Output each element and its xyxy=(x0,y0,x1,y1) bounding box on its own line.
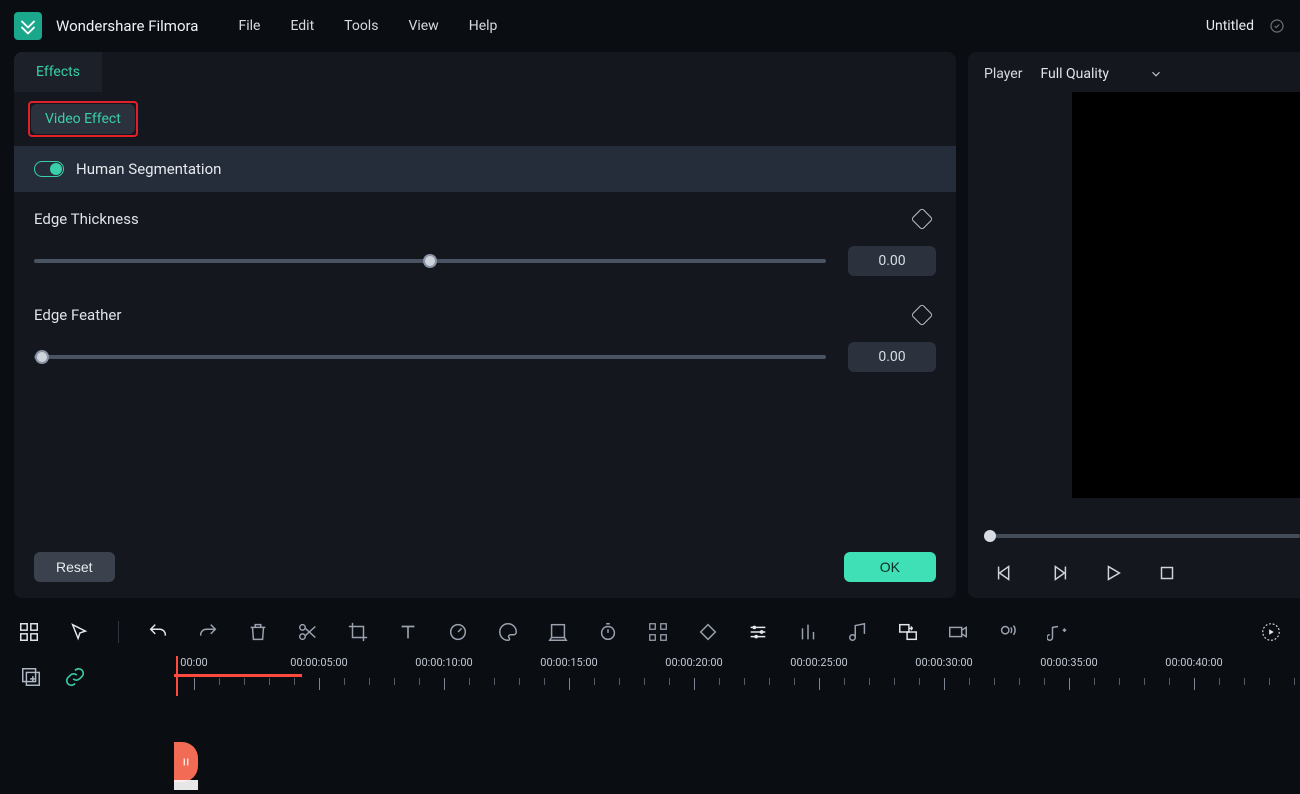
menu-edit[interactable]: Edit xyxy=(290,18,314,34)
chevron-down-icon xyxy=(1149,67,1163,81)
title-bar: Wondershare Filmora File Edit Tools View… xyxy=(0,0,1300,52)
ruler-label: 00:00:30:00 xyxy=(915,656,972,669)
speed-icon[interactable] xyxy=(447,621,469,643)
clip-handle-icon xyxy=(179,755,193,769)
document-title: Untitled xyxy=(1206,18,1254,34)
cursor-icon[interactable] xyxy=(68,621,90,643)
color-icon[interactable] xyxy=(497,621,519,643)
edge-thickness-thumb[interactable] xyxy=(423,254,437,268)
audio-mixer-icon[interactable] xyxy=(797,621,819,643)
edge-thickness-slider[interactable] xyxy=(34,259,826,263)
adjust-icon[interactable] xyxy=(747,621,769,643)
effects-panel: Effects Video Effect Human Segmentation … xyxy=(14,52,956,598)
ruler-label: 00:00:15:00 xyxy=(540,656,597,669)
play-button[interactable] xyxy=(1102,562,1124,584)
timeline-ruler[interactable]: 00:00 00:00:05:00 00:00:10:00 00:00:15:00 00… xyxy=(174,656,1300,794)
edge-thickness-label: Edge Thickness xyxy=(34,210,139,228)
human-segmentation-row: Human Segmentation xyxy=(14,146,956,192)
ruler-label: 00:00 xyxy=(180,656,207,669)
crop-icon[interactable] xyxy=(347,621,369,643)
play-range-indicator xyxy=(174,674,302,677)
link-icon[interactable] xyxy=(64,666,86,688)
ruler-label: 00:00:05:00 xyxy=(290,656,347,669)
music-icon[interactable] xyxy=(847,621,869,643)
playhead[interactable] xyxy=(176,656,178,696)
edge-feather-slider[interactable] xyxy=(34,355,826,359)
keyframe-icon[interactable] xyxy=(697,621,719,643)
app-logo xyxy=(14,12,42,40)
quality-dropdown[interactable]: Full Quality xyxy=(1040,66,1163,82)
ruler-label: 00:00:40:00 xyxy=(1165,656,1222,669)
player-label: Player xyxy=(984,66,1022,82)
add-track-icon[interactable] xyxy=(20,666,42,688)
prev-frame-button[interactable] xyxy=(994,562,1016,584)
ok-button[interactable]: OK xyxy=(844,552,936,582)
menu-tools[interactable]: Tools xyxy=(344,18,378,34)
human-segmentation-toggle[interactable] xyxy=(34,161,64,177)
scrubber-thumb[interactable] xyxy=(984,530,996,542)
ruler-label: 00:00:10:00 xyxy=(415,656,472,669)
edge-feather-keyframe-icon[interactable] xyxy=(911,304,934,327)
preview-canvas xyxy=(1072,92,1300,498)
swap-icon[interactable] xyxy=(897,621,919,643)
snapshot-icon[interactable] xyxy=(647,621,669,643)
record-icon[interactable] xyxy=(947,621,969,643)
greenscreen-icon[interactable] xyxy=(547,621,569,643)
quality-value: Full Quality xyxy=(1040,66,1109,82)
preview-scrubber[interactable] xyxy=(984,534,1300,538)
timeline-toolbar xyxy=(0,608,1300,656)
render-icon[interactable] xyxy=(1260,621,1282,643)
timer-icon[interactable] xyxy=(597,621,619,643)
player-panel: Player Full Quality xyxy=(968,52,1300,598)
sync-icon[interactable] xyxy=(1268,17,1286,35)
edge-thickness-value[interactable]: 0.00 xyxy=(848,246,936,276)
timeline: 00:00 00:00:05:00 00:00:10:00 00:00:15:00 00… xyxy=(0,656,1300,794)
edge-thickness-keyframe-icon[interactable] xyxy=(911,208,934,231)
panel-tab-row: Effects xyxy=(14,52,956,92)
timeline-clip[interactable] xyxy=(174,742,198,782)
edge-feather-thumb[interactable] xyxy=(35,350,49,364)
edge-feather-value[interactable]: 0.00 xyxy=(848,342,936,372)
audio-sync-icon[interactable] xyxy=(1047,621,1069,643)
tab-effects[interactable]: Effects xyxy=(14,52,102,92)
menu-view[interactable]: View xyxy=(408,18,438,34)
undo-icon[interactable] xyxy=(147,621,169,643)
human-segmentation-label: Human Segmentation xyxy=(76,160,221,178)
main-menu: File Edit Tools View Help xyxy=(238,18,497,34)
layout-icon[interactable] xyxy=(18,621,40,643)
next-frame-button[interactable] xyxy=(1048,562,1070,584)
separator xyxy=(118,621,119,643)
edge-feather-block: Edge Feather 0.00 xyxy=(34,306,936,372)
stop-button[interactable] xyxy=(1156,562,1178,584)
voiceover-icon[interactable] xyxy=(997,621,1019,643)
highlight-video-effect: Video Effect xyxy=(28,101,138,137)
subtab-video-effect[interactable]: Video Effect xyxy=(31,104,135,134)
app-name: Wondershare Filmora xyxy=(56,17,198,35)
ruler-label: 00:00:20:00 xyxy=(665,656,722,669)
delete-icon[interactable] xyxy=(247,621,269,643)
ruler-label: 00:00:25:00 xyxy=(790,656,847,669)
menu-file[interactable]: File xyxy=(238,18,260,34)
edge-feather-label: Edge Feather xyxy=(34,306,121,324)
text-icon[interactable] xyxy=(397,621,419,643)
edge-thickness-block: Edge Thickness 0.00 xyxy=(34,210,936,276)
redo-icon[interactable] xyxy=(197,621,219,643)
menu-help[interactable]: Help xyxy=(469,18,498,34)
ruler-label: 00:00:35:00 xyxy=(1040,656,1097,669)
split-icon[interactable] xyxy=(297,621,319,643)
reset-button[interactable]: Reset xyxy=(34,552,115,582)
